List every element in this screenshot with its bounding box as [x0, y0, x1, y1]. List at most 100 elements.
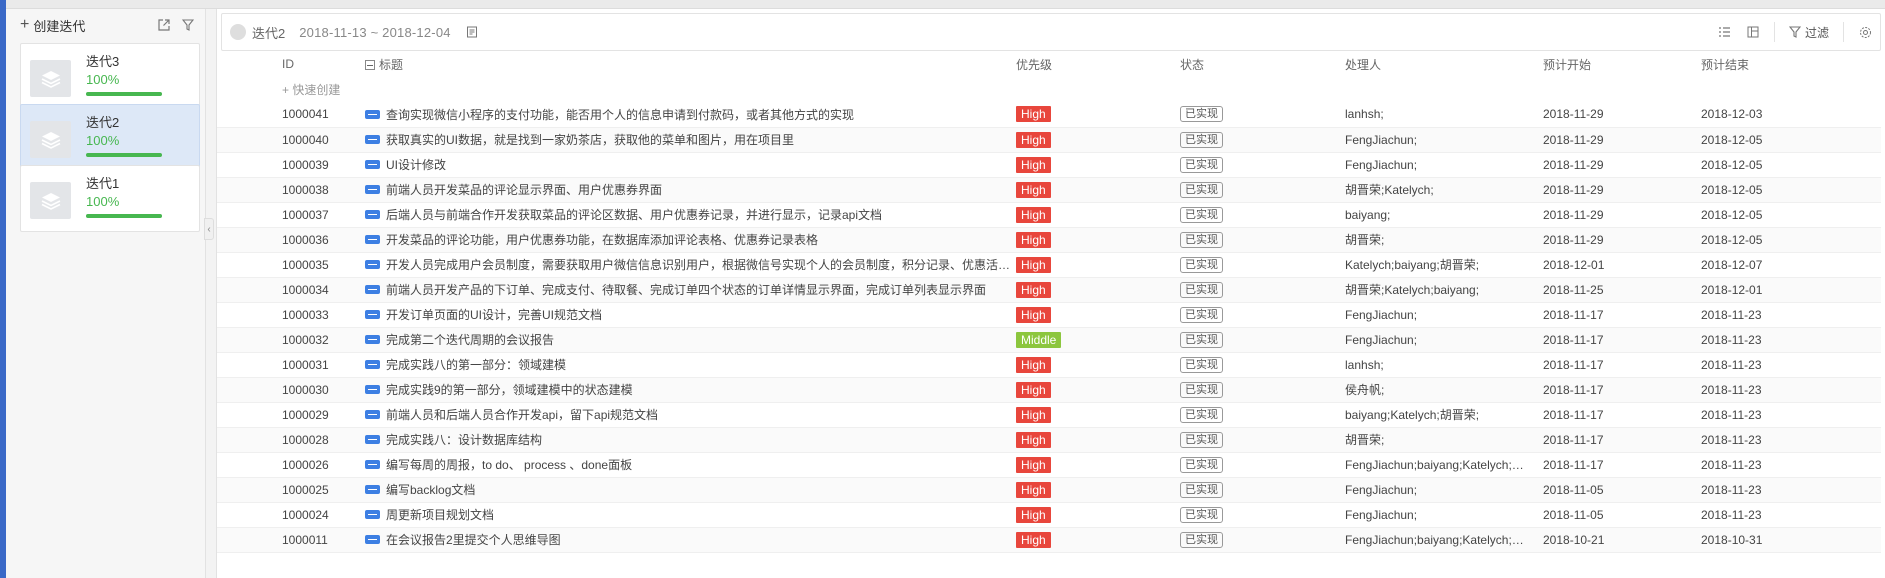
status-badge[interactable]: 已实现: [1180, 131, 1223, 148]
row-title-cell[interactable]: 编写每周的周报，to do、 process 、done面板: [365, 452, 1016, 477]
row-title[interactable]: 完成实践9的第一部分，领域建模中的状态建模: [386, 383, 633, 397]
row-assignee[interactable]: FengJiachun;baiyang;Katelych;…: [1345, 452, 1543, 477]
row-title-cell[interactable]: UI设计修改: [365, 152, 1016, 177]
create-iteration-button[interactable]: + 创建迭代: [20, 16, 85, 35]
priority-badge[interactable]: High: [1016, 431, 1051, 448]
col-id[interactable]: ID: [282, 51, 365, 77]
row-title-cell[interactable]: 前端人员和后端人员合作开发api，留下api规范文档: [365, 402, 1016, 427]
priority-badge[interactable]: High: [1016, 181, 1051, 198]
board-view-icon[interactable]: [1746, 25, 1760, 39]
row-end-date[interactable]: 2018-12-05: [1701, 202, 1881, 227]
row-title-cell[interactable]: 前端人员开发菜品的评论显示界面、用户优惠券界面: [365, 177, 1016, 202]
row-start-date[interactable]: 2018-11-17: [1543, 352, 1701, 377]
row-start-date[interactable]: 2018-11-17: [1543, 427, 1701, 452]
row-assignee[interactable]: lanhsh;: [1345, 352, 1543, 377]
table-row[interactable]: 1000038 前端人员开发菜品的评论显示界面、用户优惠券界面 High 已实现 胡晋荣…: [217, 177, 1881, 202]
row-title[interactable]: 在会议报告2里提交个人思维导图: [386, 533, 561, 547]
row-end-date[interactable]: 2018-11-23: [1701, 302, 1881, 327]
row-assignee[interactable]: 胡晋荣;Katelych;baiyang;: [1345, 277, 1543, 302]
row-start-date[interactable]: 2018-11-17: [1543, 452, 1701, 477]
status-badge[interactable]: 已实现: [1180, 106, 1223, 123]
row-title[interactable]: 后端人员与前端合作开发获取菜品的评论区数据、用户优惠券记录，并进行显示，记录ap…: [386, 208, 882, 222]
table-row[interactable]: 1000011 在会议报告2里提交个人思维导图 High 已实现 FengJiachun…: [217, 527, 1881, 552]
priority-badge[interactable]: High: [1016, 156, 1051, 173]
row-title[interactable]: 前端人员开发产品的下订单、完成支付、待取餐、完成订单四个状态的订单详情显示界面，…: [386, 283, 986, 297]
row-assignee[interactable]: FengJiachun;: [1345, 152, 1543, 177]
table-row[interactable]: 1000034 前端人员开发产品的下订单、完成支付、待取餐、完成订单四个状态的订单…: [217, 277, 1881, 302]
row-title-cell[interactable]: 完成实践八的第一部分：领域建模: [365, 352, 1016, 377]
table-row[interactable]: 1000032 完成第二个迭代周期的会议报告 Middle 已实现 FengJiachu…: [217, 327, 1881, 352]
iteration-card-2[interactable]: 迭代2 100%: [20, 104, 200, 171]
row-end-date[interactable]: 2018-12-07: [1701, 252, 1881, 277]
row-title-cell[interactable]: 前端人员开发产品的下订单、完成支付、待取餐、完成订单四个状态的订单详情显示界面，…: [365, 277, 1016, 302]
row-assignee[interactable]: FengJiachun;: [1345, 127, 1543, 152]
priority-badge[interactable]: High: [1016, 456, 1051, 473]
row-title-cell[interactable]: 完成实践9的第一部分，领域建模中的状态建模: [365, 377, 1016, 402]
status-badge[interactable]: 已实现: [1180, 156, 1223, 173]
status-badge[interactable]: 已实现: [1180, 256, 1223, 273]
priority-badge[interactable]: High: [1016, 506, 1051, 523]
row-start-date[interactable]: 2018-11-05: [1543, 502, 1701, 527]
row-start-date[interactable]: 2018-11-29: [1543, 102, 1701, 127]
iteration-card-1[interactable]: 迭代1 100%: [20, 165, 200, 232]
col-title[interactable]: 标题: [365, 51, 1016, 77]
row-start-date[interactable]: 2018-11-29: [1543, 202, 1701, 227]
priority-badge[interactable]: High: [1016, 356, 1051, 373]
table-row[interactable]: 1000028 完成实践八：设计数据库结构 High 已实现 胡晋荣; 2018-11-1…: [217, 427, 1881, 452]
iteration-card-3[interactable]: 迭代3 100%: [20, 43, 200, 110]
row-start-date[interactable]: 2018-10-21: [1543, 527, 1701, 552]
priority-badge[interactable]: High: [1016, 206, 1051, 223]
row-end-date[interactable]: 2018-10-31: [1701, 527, 1881, 552]
row-end-date[interactable]: 2018-12-05: [1701, 152, 1881, 177]
col-status[interactable]: 状态: [1180, 51, 1345, 77]
row-start-date[interactable]: 2018-11-17: [1543, 377, 1701, 402]
row-title[interactable]: 前端人员和后端人员合作开发api，留下api规范文档: [386, 408, 658, 422]
row-title[interactable]: 开发订单页面的UI设计，完善UI规范文档: [386, 308, 602, 322]
row-title-cell[interactable]: 开发人员完成用户会员制度，需要获取用户微信信息识别用户，根据微信号实现个人的会员…: [365, 252, 1016, 277]
priority-badge[interactable]: High: [1016, 406, 1051, 423]
priority-badge[interactable]: High: [1016, 281, 1051, 298]
row-title-cell[interactable]: 在会议报告2里提交个人思维导图: [365, 527, 1016, 552]
row-title[interactable]: 完成实践八的第一部分：领域建模: [386, 358, 566, 372]
row-title-cell[interactable]: 开发订单页面的UI设计，完善UI规范文档: [365, 302, 1016, 327]
filter-button[interactable]: 过滤: [1788, 24, 1829, 41]
priority-badge[interactable]: High: [1016, 481, 1051, 498]
row-start-date[interactable]: 2018-11-25: [1543, 277, 1701, 302]
row-end-date[interactable]: 2018-12-05: [1701, 177, 1881, 202]
row-title[interactable]: 查询实现微信小程序的支付功能，能否用个人的信息申请到付款码，或者其他方式的实现: [386, 108, 854, 122]
row-assignee[interactable]: FengJiachun;baiyang;Katelych;…: [1345, 527, 1543, 552]
col-priority[interactable]: 优先级: [1016, 51, 1180, 77]
priority-badge[interactable]: Middle: [1016, 331, 1062, 348]
row-start-date[interactable]: 2018-11-29: [1543, 227, 1701, 252]
status-badge[interactable]: 已实现: [1180, 356, 1223, 373]
row-assignee[interactable]: 胡晋荣;Katelych;: [1345, 177, 1543, 202]
row-end-date[interactable]: 2018-12-01: [1701, 277, 1881, 302]
quick-create-button[interactable]: + 快速创建: [282, 77, 1881, 102]
row-end-date[interactable]: 2018-11-23: [1701, 502, 1881, 527]
table-row[interactable]: 1000035 开发人员完成用户会员制度，需要获取用户微信信息识别用户，根据微信号…: [217, 252, 1881, 277]
table-row[interactable]: 1000025 编写backlog文档 High 已实现 FengJiachun; 201…: [217, 477, 1881, 502]
row-title-cell[interactable]: 完成第二个迭代周期的会议报告: [365, 327, 1016, 352]
row-title-cell[interactable]: 周更新项目规划文档: [365, 502, 1016, 527]
status-badge[interactable]: 已实现: [1180, 206, 1223, 223]
row-assignee[interactable]: FengJiachun;: [1345, 302, 1543, 327]
status-badge[interactable]: 已实现: [1180, 281, 1223, 298]
row-end-date[interactable]: 2018-12-05: [1701, 127, 1881, 152]
table-row[interactable]: 1000029 前端人员和后端人员合作开发api，留下api规范文档 High 已实现…: [217, 402, 1881, 427]
table-row[interactable]: 1000024 周更新项目规划文档 High 已实现 FengJiachun; 2018-…: [217, 502, 1881, 527]
row-title-cell[interactable]: 编写backlog文档: [365, 477, 1016, 502]
row-start-date[interactable]: 2018-11-29: [1543, 177, 1701, 202]
row-end-date[interactable]: 2018-11-23: [1701, 402, 1881, 427]
row-title-cell[interactable]: 后端人员与前端合作开发获取菜品的评论区数据、用户优惠券记录，并进行显示，记录ap…: [365, 202, 1016, 227]
priority-badge[interactable]: High: [1016, 106, 1051, 123]
row-end-date[interactable]: 2018-12-03: [1701, 102, 1881, 127]
row-title[interactable]: 获取真实的UI数据，就是找到一家奶茶店，获取他的菜单和图片，用在项目里: [386, 133, 794, 147]
row-title-cell[interactable]: 获取真实的UI数据，就是找到一家奶茶店，获取他的菜单和图片，用在项目里: [365, 127, 1016, 152]
row-assignee[interactable]: lanhsh;: [1345, 102, 1543, 127]
row-title[interactable]: 周更新项目规划文档: [386, 508, 494, 522]
row-title[interactable]: UI设计修改: [386, 158, 446, 172]
row-title[interactable]: 完成实践八：设计数据库结构: [386, 433, 542, 447]
sidebar-collapse-handle[interactable]: ‹: [204, 218, 214, 240]
row-title[interactable]: 编写backlog文档: [386, 483, 475, 497]
export-icon[interactable]: [157, 18, 171, 32]
